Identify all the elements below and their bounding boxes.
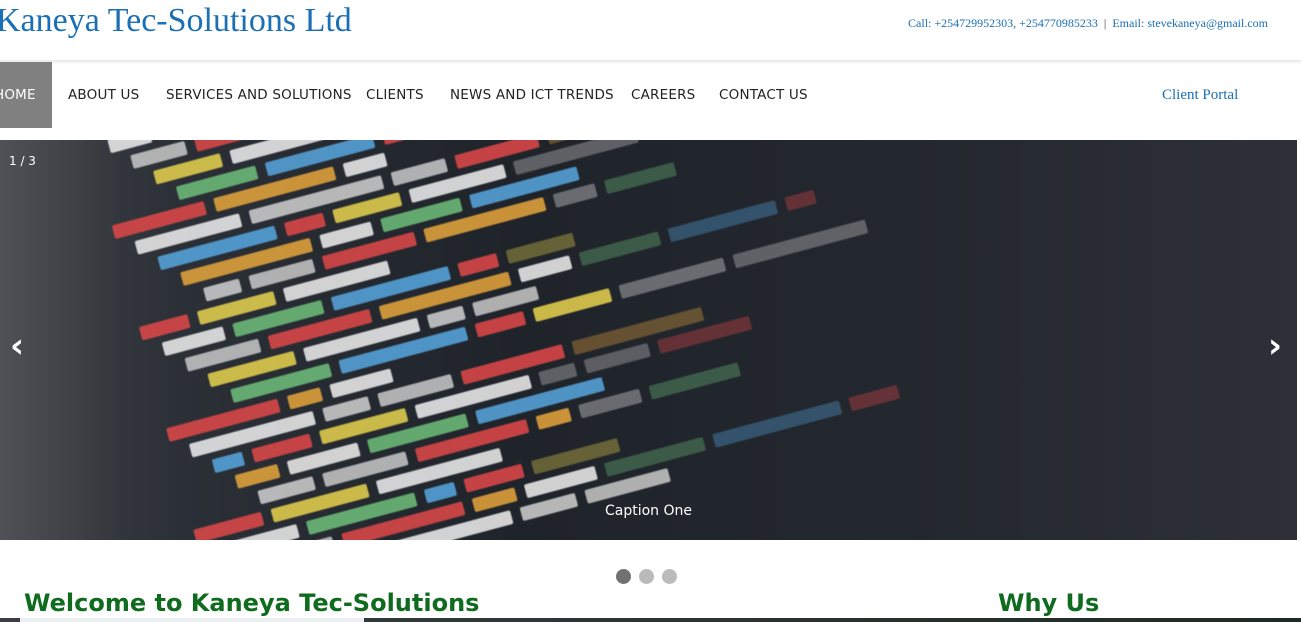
slide-image-code (60, 140, 1297, 540)
nav-clients[interactable]: CLIENTS (366, 62, 424, 128)
code-line-segment (848, 384, 901, 412)
contact-separator: | (1103, 16, 1107, 30)
content-preview-card (20, 618, 364, 622)
code-line-segment (211, 451, 246, 474)
slide-image (0, 140, 1297, 540)
nav-careers[interactable]: CAREERS (631, 62, 695, 128)
slider-dot-3[interactable] (662, 569, 677, 584)
code-line-segment (618, 257, 727, 299)
slide-caption: Caption One (604, 503, 692, 519)
hero-slider (0, 140, 1297, 540)
code-line-segment (535, 407, 572, 430)
phone-numbers: Call: +254729952303, +254770985233 (908, 16, 1098, 30)
code-line-segment (667, 200, 779, 243)
next-slide-arrow-icon[interactable]: › (1268, 326, 1282, 366)
nav-about-us[interactable]: ABOUT US (68, 62, 139, 128)
prev-slide-arrow-icon[interactable]: ‹ (10, 326, 24, 366)
code-line-segment (584, 468, 671, 504)
code-line-segment (234, 463, 281, 489)
slide-counter: 1 / 3 (9, 154, 36, 168)
main-nav: HOME ABOUT US SERVICES AND SOLUTIONS CLI… (0, 62, 1301, 128)
email-address[interactable]: Email: stevekaneya@gmail.com (1112, 16, 1268, 30)
code-line-segment (732, 219, 869, 269)
code-line-segment (712, 400, 843, 448)
code-line-segment (286, 387, 324, 410)
code-line-segment (342, 152, 388, 178)
nav-contact-us[interactable]: CONTACT US (719, 62, 808, 128)
code-line-segment (202, 278, 243, 302)
code-line-segment (457, 253, 500, 277)
contact-info: Call: +254729952303, +254770985233 | Email… (908, 16, 1268, 31)
client-portal-link[interactable]: Client Portal (1162, 62, 1238, 128)
slider-dot-2[interactable] (639, 569, 654, 584)
code-line-segment (426, 305, 466, 329)
slider-dots (616, 569, 685, 588)
code-line-segment (283, 212, 327, 237)
nav-home[interactable]: HOME (0, 62, 52, 128)
slider-dot-1[interactable] (616, 569, 631, 584)
code-line-segment (538, 362, 578, 386)
code-line-segment (603, 162, 677, 195)
code-line-segment (474, 311, 527, 338)
site-title[interactable]: Kaneya Tec-Solutions Ltd (0, 2, 352, 40)
top-header: Kaneya Tec-Solutions Ltd Call: +25472995… (0, 0, 1301, 62)
code-line-segment (552, 183, 598, 208)
why-us-heading: Why Us (998, 589, 1100, 617)
code-line-segment (423, 481, 458, 504)
welcome-heading: Welcome to Kaneya Tec-Solutions (24, 589, 480, 617)
code-line-segment (648, 362, 741, 400)
code-line-segment (532, 288, 613, 323)
content-preview-strip (0, 618, 1301, 622)
code-line-segment (381, 140, 415, 146)
code-line-segment (784, 189, 817, 212)
nav-news-and-ict-trends[interactable]: NEWS AND ICT TRENDS (450, 62, 614, 128)
nav-services-and-solutions[interactable]: SERVICES AND SOLUTIONS (166, 62, 352, 128)
code-line-segment (578, 231, 662, 267)
